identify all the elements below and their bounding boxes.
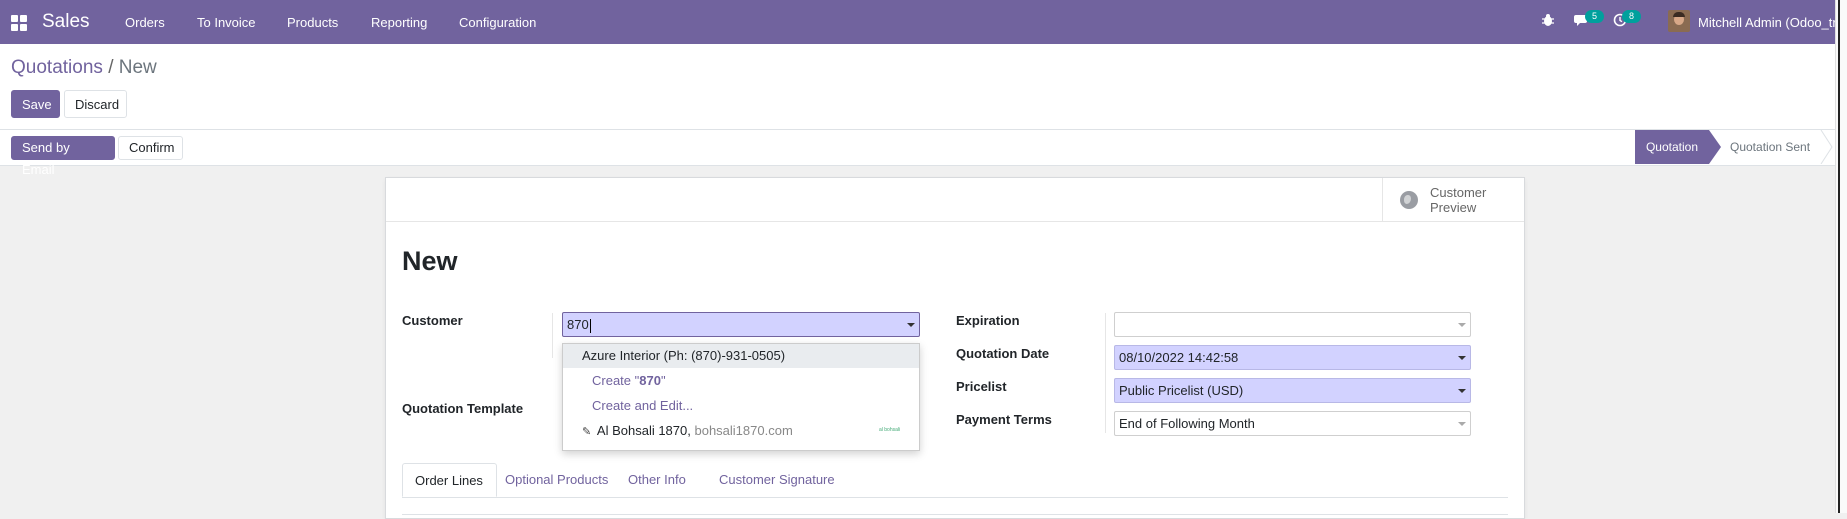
button-box-divider bbox=[386, 221, 1524, 222]
menu-to-invoice[interactable]: To Invoice bbox=[197, 15, 256, 30]
tabs-divider bbox=[402, 497, 1508, 498]
payment-terms-label: Payment Terms bbox=[956, 412, 1052, 427]
discard-button[interactable]: Discard bbox=[64, 90, 127, 118]
menu-configuration[interactable]: Configuration bbox=[459, 15, 536, 30]
top-navbar: Sales Orders To Invoice Products Reporti… bbox=[0, 0, 1835, 44]
apps-grid-icon[interactable] bbox=[11, 15, 27, 31]
chevron-down-icon[interactable] bbox=[1458, 356, 1466, 360]
quotation-date-label: Quotation Date bbox=[956, 346, 1050, 361]
customer-preview-button[interactable]: Customer Preview bbox=[1382, 178, 1525, 221]
tab-order-lines[interactable]: Order Lines bbox=[402, 463, 497, 497]
breadcrumb-quotations[interactable]: Quotations bbox=[11, 57, 103, 78]
label-divider bbox=[552, 313, 553, 358]
create-and-edit-label: Create and Edit... bbox=[592, 398, 694, 413]
scrollbar-thumb[interactable] bbox=[1838, 0, 1840, 513]
pricelist-label: Pricelist bbox=[956, 379, 1007, 394]
expiration-field[interactable] bbox=[1114, 312, 1471, 337]
tab-customer-signature[interactable]: Customer Signature bbox=[707, 463, 847, 497]
confirm-button[interactable]: Confirm bbox=[118, 136, 183, 160]
stage-quotation[interactable]: Quotation bbox=[1635, 130, 1709, 164]
save-button[interactable]: Save bbox=[11, 90, 60, 118]
enrich-company-domain: bohsali1870.com bbox=[694, 423, 793, 438]
breadcrumb-separator: / bbox=[108, 57, 114, 78]
autocomplete-create[interactable]: Create "870" bbox=[563, 369, 919, 393]
payment-terms-value: End of Following Month bbox=[1119, 416, 1255, 431]
autocomplete-result-azure-interior[interactable]: Azure Interior (Ph: (870)-931-0505) bbox=[563, 344, 919, 368]
customer-preview-label: Customer Preview bbox=[1430, 185, 1487, 215]
chevron-down-icon[interactable] bbox=[1458, 323, 1466, 327]
create-suffix: " bbox=[660, 373, 666, 388]
breadcrumb: Quotations / New bbox=[11, 57, 157, 79]
avatar[interactable] bbox=[1668, 10, 1690, 32]
customer-input[interactable]: 870 bbox=[562, 312, 920, 337]
tab-optional-products[interactable]: Optional Products bbox=[493, 463, 620, 497]
chevron-down-icon[interactable] bbox=[907, 323, 915, 327]
autocomplete-result-label: Azure Interior (Ph: (870)-931-0505) bbox=[582, 348, 786, 363]
menu-products[interactable]: Products bbox=[287, 15, 338, 30]
activities-badge: 8 bbox=[1622, 10, 1641, 23]
payment-terms-field[interactable]: End of Following Month bbox=[1114, 411, 1471, 436]
bug-icon[interactable] bbox=[1540, 13, 1556, 29]
chevron-down-icon[interactable] bbox=[1458, 422, 1466, 426]
form-sheet: Customer Preview New Customer Quotation … bbox=[385, 177, 1525, 519]
create-term: 870 bbox=[639, 373, 661, 388]
quotation-date-field[interactable]: 08/10/2022 14:42:58 bbox=[1114, 345, 1471, 370]
scrollbar[interactable] bbox=[1835, 0, 1847, 513]
quotation-date-value: 08/10/2022 14:42:58 bbox=[1119, 350, 1239, 365]
customer-autocomplete-dropdown: Azure Interior (Ph: (870)-931-0505) Crea… bbox=[562, 343, 920, 451]
pricelist-field[interactable]: Public Pricelist (USD) bbox=[1114, 378, 1471, 403]
order-lines-header-divider bbox=[402, 514, 1508, 515]
company-logo: al bohsali bbox=[879, 427, 901, 433]
enrich-company-name: Al Bohsali 1870, bbox=[596, 423, 691, 438]
globe-icon bbox=[1400, 191, 1418, 209]
menu-orders[interactable]: Orders bbox=[125, 15, 165, 30]
statusbar-divider bbox=[0, 129, 1835, 130]
tab-other-info[interactable]: Other Info bbox=[616, 463, 698, 497]
menu-reporting[interactable]: Reporting bbox=[371, 15, 427, 30]
app-name[interactable]: Sales bbox=[42, 11, 90, 33]
pricelist-value: Public Pricelist (USD) bbox=[1119, 383, 1244, 398]
stage-arrow bbox=[1709, 130, 1721, 164]
autocomplete-create-and-edit[interactable]: Create and Edit... bbox=[563, 394, 919, 418]
user-menu[interactable]: Mitchell Admin (Odoo_tr bbox=[1698, 15, 1835, 30]
page-title: New bbox=[402, 246, 458, 276]
stage-separator-chevron bbox=[1820, 130, 1833, 164]
expiration-label: Expiration bbox=[956, 313, 1020, 328]
customer-input-value: 870 bbox=[567, 317, 589, 332]
customer-label: Customer bbox=[402, 313, 463, 328]
chevron-down-icon[interactable] bbox=[1458, 389, 1466, 393]
messages-badge: 5 bbox=[1585, 10, 1604, 23]
breadcrumb-current: New bbox=[118, 57, 157, 78]
magic-wand-icon: ✎ bbox=[582, 426, 592, 438]
control-panel: Quotations / New Save Discard Send by Em… bbox=[0, 44, 1835, 177]
create-prefix: Create " bbox=[592, 373, 640, 388]
label-divider-right bbox=[1105, 313, 1106, 433]
stage-quotation-sent[interactable]: Quotation Sent bbox=[1730, 130, 1810, 164]
autocomplete-enrich-suggestion[interactable]: ✎ Al Bohsali 1870, bohsali1870.com al bo… bbox=[563, 419, 919, 443]
send-by-email-button[interactable]: Send by Email bbox=[11, 136, 115, 177]
quotation-template-label: Quotation Template bbox=[402, 401, 524, 416]
